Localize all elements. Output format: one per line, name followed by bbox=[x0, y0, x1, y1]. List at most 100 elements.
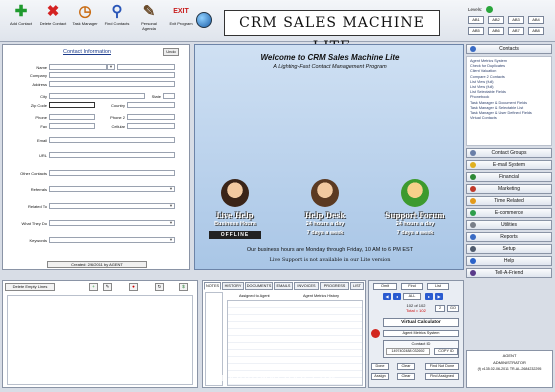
previous-record-icon[interactable]: ◂ bbox=[393, 293, 401, 300]
what-they-do-dropdown[interactable] bbox=[49, 220, 175, 226]
tab-notes[interactable]: NOTES bbox=[204, 282, 221, 290]
help-desk-title[interactable]: Help Desk bbox=[285, 211, 365, 220]
find-button[interactable]: Find bbox=[401, 283, 423, 290]
clear-assign-button[interactable]: Clear bbox=[397, 373, 415, 380]
personal-agenda-button[interactable]: ✎ Personal Agenda bbox=[134, 4, 164, 40]
state-field[interactable] bbox=[163, 93, 175, 99]
find-contacts-button[interactable]: ⚲ Find Contacts bbox=[102, 4, 132, 40]
country-label: Country bbox=[110, 103, 125, 108]
last-record-icon[interactable]: ▶ bbox=[435, 293, 443, 300]
sidebar-item-tell-a-friend[interactable]: Tell-A-Friend bbox=[466, 268, 552, 278]
sidebar-item-email-system[interactable]: E-mail System bbox=[466, 160, 552, 170]
sidebar-item-utilities[interactable]: Utilities bbox=[466, 220, 552, 230]
phone2-field[interactable] bbox=[127, 114, 175, 120]
level-button-ab2[interactable]: AB2 bbox=[488, 16, 504, 24]
sidebar-item-ecommerce[interactable]: E-commerce bbox=[466, 208, 552, 218]
keywords-dropdown[interactable] bbox=[49, 237, 175, 243]
sidebar-item-time-related[interactable]: Time Related bbox=[466, 196, 552, 206]
go-button[interactable]: GO bbox=[447, 305, 459, 312]
agent-metrics-button[interactable]: Agent Metrics System bbox=[383, 330, 459, 337]
reports-icon bbox=[470, 234, 476, 240]
record-icon[interactable]: ● bbox=[129, 283, 138, 291]
tab-history[interactable]: HISTORY bbox=[222, 282, 244, 290]
first-record-icon[interactable]: ◀ bbox=[383, 293, 391, 300]
show-all-button[interactable]: ALL bbox=[403, 293, 421, 300]
address-field[interactable] bbox=[49, 81, 175, 87]
notes-side-list[interactable] bbox=[205, 292, 223, 386]
live-help-hours: Business Hours bbox=[214, 221, 256, 227]
level-button-ab8[interactable]: AB8 bbox=[528, 27, 544, 35]
records-list[interactable] bbox=[7, 295, 193, 385]
referrals-dropdown[interactable] bbox=[49, 186, 175, 192]
omit-button[interactable]: Omit bbox=[373, 283, 397, 290]
list-button[interactable]: List bbox=[427, 283, 449, 290]
exit-program-button[interactable]: EXIT Exit Program bbox=[166, 4, 196, 40]
business-hours-text: Our business hours are Monday through Fr… bbox=[246, 247, 414, 253]
welcome-title: Welcome to CRM Sales Machine Lite bbox=[260, 53, 400, 62]
delete-contact-button[interactable]: ✖ Delete Contact bbox=[38, 4, 68, 40]
sidebar-item-contacts[interactable]: Contacts bbox=[466, 44, 552, 54]
level-button-ab4[interactable]: AB4 bbox=[528, 16, 544, 24]
globe-icon[interactable] bbox=[196, 12, 212, 28]
goto-record-field[interactable]: 2 bbox=[435, 305, 445, 312]
refresh-icon[interactable]: ↻ bbox=[155, 283, 164, 291]
add-contact-button[interactable]: ✚ Add Contact bbox=[6, 4, 36, 40]
friend-icon bbox=[470, 270, 476, 276]
sidebar-item-label: Marketing bbox=[498, 186, 520, 192]
agent-metrics-history-header: Agent Metrics History bbox=[303, 294, 340, 298]
sidebar-item-setup[interactable]: Setup bbox=[466, 244, 552, 254]
email-field[interactable] bbox=[49, 137, 175, 143]
sidebar-item-contact-groups[interactable]: Contact Groups bbox=[466, 148, 552, 158]
tab-documents[interactable]: DOCUMENTS bbox=[245, 282, 273, 290]
help-desk-line2: 7 days a week bbox=[306, 230, 344, 236]
dollar-icon[interactable]: $ bbox=[179, 283, 188, 291]
related-to-dropdown[interactable] bbox=[49, 203, 175, 209]
support-forum-title[interactable]: Support Forum bbox=[375, 211, 455, 220]
contact-information-title[interactable]: Contact Information bbox=[63, 49, 111, 55]
last-name-field[interactable] bbox=[117, 64, 175, 70]
country-field[interactable] bbox=[127, 102, 175, 108]
assign-button[interactable]: Assign bbox=[371, 373, 389, 380]
level-button-ab6[interactable]: AB6 bbox=[488, 27, 504, 35]
support-forum-person-icon[interactable] bbox=[401, 179, 429, 207]
first-name-field[interactable] bbox=[49, 64, 107, 70]
sidebar-item-help[interactable]: Help bbox=[466, 256, 552, 266]
virtual-calculator-button[interactable]: Virtual Calculator bbox=[383, 318, 459, 327]
other-contacts-field[interactable] bbox=[49, 170, 175, 176]
sidebar-item-label: Tell-A-Friend bbox=[494, 270, 524, 276]
tab-invoices[interactable]: INVOICES bbox=[294, 282, 319, 290]
undo-button[interactable]: Undo bbox=[163, 48, 179, 56]
help-desk-person-icon[interactable] bbox=[311, 179, 339, 207]
tab-emails[interactable]: EMAILS bbox=[274, 282, 293, 290]
sidebar-item-marketing[interactable]: Marketing bbox=[466, 184, 552, 194]
live-help-title[interactable]: Live Help bbox=[195, 211, 275, 220]
find-assigned-button[interactable]: Find Assigned bbox=[425, 373, 459, 380]
level-button-ab7[interactable]: AB7 bbox=[508, 27, 524, 35]
tab-list[interactable]: LIST bbox=[350, 282, 364, 290]
tab-progress[interactable]: PROGRESS bbox=[320, 282, 349, 290]
sidebar-item-reports[interactable]: Reports bbox=[466, 232, 552, 242]
url-field[interactable] bbox=[49, 152, 175, 158]
level-button-ab3[interactable]: AB3 bbox=[508, 16, 524, 24]
task-manager-button[interactable]: ◷ Task Manager bbox=[70, 4, 100, 40]
level-button-ab5[interactable]: AB5 bbox=[468, 27, 484, 35]
sidebar-item-financial[interactable]: Financial bbox=[466, 172, 552, 182]
done-button[interactable]: Done bbox=[371, 363, 389, 370]
add-line-icon[interactable]: + bbox=[89, 283, 98, 291]
agent-metrics-icon[interactable] bbox=[371, 329, 380, 338]
utilities-icon bbox=[470, 222, 476, 228]
submenu-item[interactable]: Virtual Contacts bbox=[470, 116, 548, 121]
live-help-person-icon[interactable] bbox=[221, 179, 249, 207]
next-record-icon[interactable]: ▸ bbox=[425, 293, 433, 300]
edit-line-icon[interactable]: ✎ bbox=[103, 283, 112, 291]
name-prefix-dropdown[interactable] bbox=[107, 64, 115, 70]
ecommerce-icon bbox=[470, 210, 476, 216]
setup-icon bbox=[470, 246, 476, 252]
cellular-field[interactable] bbox=[127, 123, 175, 129]
copy-id-button[interactable]: COPY ID bbox=[434, 348, 458, 355]
delete-empty-lines-button[interactable]: Delete Empty Lines bbox=[5, 283, 55, 291]
clear-done-button[interactable]: Clear bbox=[397, 363, 415, 370]
find-not-done-button[interactable]: Find Not Done bbox=[425, 363, 459, 370]
company-field[interactable] bbox=[49, 72, 175, 78]
level-button-ab1[interactable]: AB1 bbox=[468, 16, 484, 24]
